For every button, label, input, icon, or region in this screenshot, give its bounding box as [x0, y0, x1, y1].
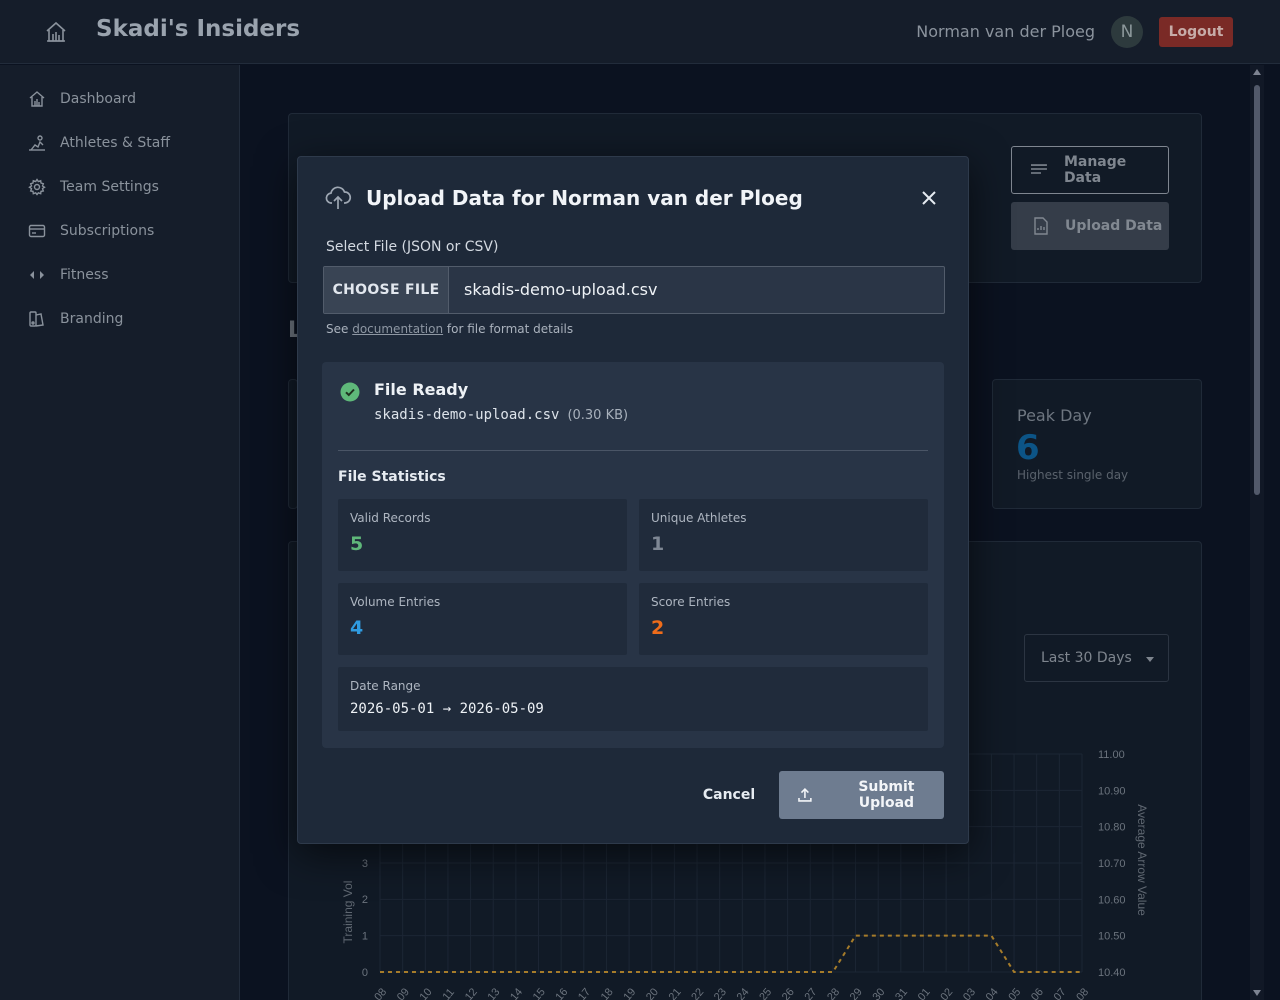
ready-file-name: skadis-demo-upload.csv [374, 407, 560, 423]
stat-score-entries: Score Entries 2 [639, 583, 928, 655]
stat-label: Valid Records [350, 511, 431, 525]
date-range-label: Date Range [350, 679, 421, 693]
choose-file-button[interactable]: CHOOSE FILE [324, 267, 449, 313]
ready-file-info: skadis-demo-upload.csv (0.30 KB) [374, 407, 628, 423]
stat-label: Volume Entries [350, 595, 441, 609]
close-button[interactable] [918, 187, 940, 209]
close-icon [922, 191, 936, 205]
date-range-value: 2026-05-01 → 2026-05-09 [350, 701, 544, 717]
file-input[interactable]: CHOOSE FILE skadis-demo-upload.csv [323, 266, 945, 314]
file-ready-title: File Ready [374, 380, 469, 399]
upload-icon [798, 787, 812, 802]
documentation-hint: See documentation for file format detail… [326, 322, 573, 336]
stat-value: 1 [651, 533, 665, 555]
file-ready-panel: File Ready skadis-demo-upload.csv (0.30 K… [322, 362, 944, 748]
date-range-box: Date Range 2026-05-01 → 2026-05-09 [338, 667, 928, 731]
stat-value: 2 [651, 617, 665, 639]
selected-file-name: skadis-demo-upload.csv [464, 280, 658, 299]
stat-unique-athletes: Unique Athletes 1 [639, 499, 928, 571]
documentation-link[interactable]: documentation [352, 322, 443, 336]
cloud-upload-icon [324, 183, 352, 211]
stat-label: Score Entries [651, 595, 731, 609]
modal-title: Upload Data for Norman van der Ploeg [366, 186, 803, 210]
file-select-label: Select File (JSON or CSV) [326, 239, 499, 255]
hint-prefix: See [326, 322, 353, 336]
upload-modal: Upload Data for Norman van der Ploeg Sel… [297, 156, 969, 844]
submit-upload-button[interactable]: Submit Upload [779, 771, 944, 819]
stat-label: Unique Athletes [651, 511, 747, 525]
stat-valid-records: Valid Records 5 [338, 499, 627, 571]
file-statistics-title: File Statistics [338, 469, 446, 485]
cancel-button[interactable]: Cancel [696, 771, 762, 819]
stat-value: 5 [350, 533, 364, 555]
ready-file-size: (0.30 KB) [567, 408, 629, 423]
stat-value: 4 [350, 617, 364, 639]
submit-upload-label: Submit Upload [858, 779, 915, 811]
divider [338, 450, 928, 451]
stat-volume-entries: Volume Entries 4 [338, 583, 627, 655]
hint-suffix: for file format details [443, 322, 574, 336]
check-circle-icon [340, 382, 360, 402]
